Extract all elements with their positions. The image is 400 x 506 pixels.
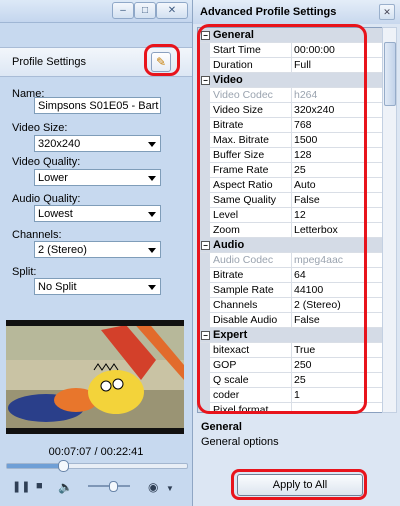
- split-select[interactable]: No Split: [34, 278, 161, 295]
- video-quality-select[interactable]: Lower: [34, 169, 161, 186]
- video-quality-label: Video Quality:: [12, 156, 81, 168]
- profile-settings-title: Profile Settings: [12, 56, 86, 68]
- video-quality-value: Lower: [38, 172, 68, 184]
- chevron-down-icon[interactable]: ▼: [166, 484, 174, 493]
- pause-icon[interactable]: ❚❚: [12, 480, 30, 493]
- chevron-down-icon: [148, 176, 156, 181]
- chevron-down-icon: [148, 248, 156, 253]
- chevron-down-icon: [148, 212, 156, 217]
- split-value: No Split: [38, 281, 77, 293]
- volume-icon[interactable]: 🔈: [58, 480, 73, 494]
- close-button[interactable]: ✕: [156, 2, 188, 19]
- highlight-circle-edit: [144, 44, 180, 76]
- channels-select[interactable]: 2 (Stereo): [34, 241, 161, 258]
- audio-quality-select[interactable]: Lowest: [34, 205, 161, 222]
- chevron-down-icon: [148, 285, 156, 290]
- highlight-circle-apply: [231, 469, 367, 500]
- close-icon: ✕: [383, 7, 391, 17]
- seek-progress: [7, 464, 63, 468]
- scrollbar-thumb[interactable]: [384, 42, 396, 106]
- split-label: Split:: [12, 266, 37, 278]
- right-titlebar: Advanced Profile Settings ✕: [193, 0, 400, 24]
- video-size-label: Video Size:: [12, 122, 68, 134]
- audio-quality-label: Audio Quality:: [12, 193, 81, 205]
- profile-settings-window: – □ ✕ Profile Settings ✎ Name: Simpsons …: [0, 0, 192, 506]
- audio-quality-value: Lowest: [38, 208, 73, 220]
- maximize-button[interactable]: □: [134, 2, 156, 19]
- volume-thumb[interactable]: [109, 481, 119, 492]
- stop-icon[interactable]: ■: [36, 480, 43, 492]
- left-titlebar: – □ ✕: [0, 0, 192, 23]
- seek-thumb[interactable]: [57, 460, 69, 472]
- channels-label: Channels:: [12, 229, 62, 241]
- chevron-down-icon: [148, 142, 156, 147]
- minimize-button[interactable]: –: [112, 2, 134, 19]
- video-size-value: 320x240: [38, 138, 81, 150]
- seek-bar[interactable]: [6, 460, 188, 472]
- close-button[interactable]: ✕: [379, 4, 395, 20]
- video-frame-image: [6, 320, 184, 434]
- highlight-circle-grid: [197, 24, 367, 414]
- description-panel: General General options: [197, 416, 395, 466]
- advanced-profile-settings-window: Advanced Profile Settings ✕ − General Star…: [192, 0, 400, 506]
- playback-time: 00:07:07 / 00:22:41: [48, 446, 144, 458]
- window-title: Advanced Profile Settings: [200, 6, 337, 18]
- channels-value: 2 (Stereo): [38, 244, 87, 256]
- camera-icon[interactable]: ◉: [148, 480, 158, 494]
- description-text: General options: [201, 436, 279, 448]
- video-preview[interactable]: [6, 320, 184, 434]
- video-size-select[interactable]: 320x240: [34, 135, 161, 152]
- property-grid-scrollbar[interactable]: [382, 27, 397, 413]
- description-title: General: [201, 421, 242, 433]
- name-input[interactable]: Simpsons S01E05 - Bart the General: [34, 97, 161, 114]
